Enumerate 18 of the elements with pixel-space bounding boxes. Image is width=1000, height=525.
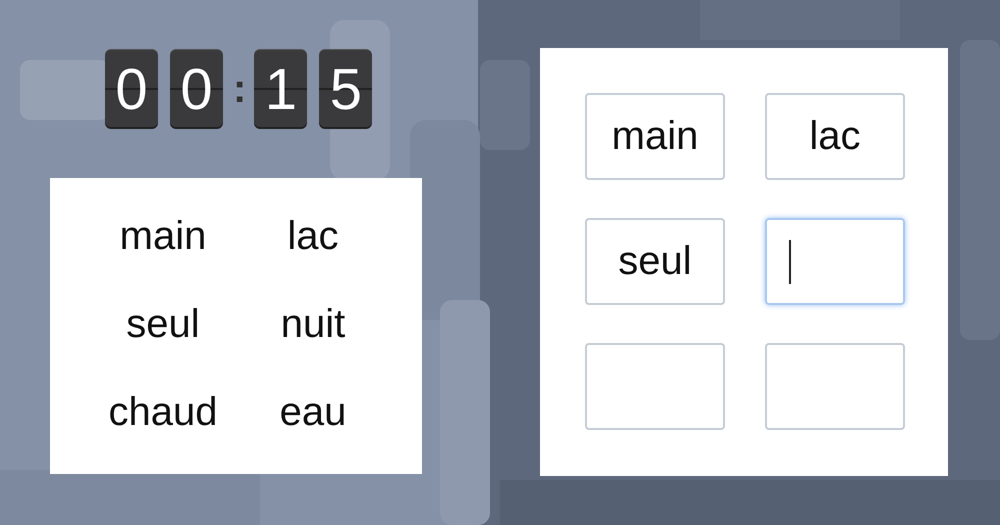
answer-field[interactable]: main — [585, 93, 725, 180]
answer-field[interactable] — [765, 218, 905, 305]
answer-field[interactable]: seul — [585, 218, 725, 305]
word: lac — [287, 214, 339, 258]
word: seul — [126, 302, 200, 346]
word: main — [120, 214, 206, 258]
timer-digit: 0 — [105, 49, 158, 129]
answer-field[interactable] — [585, 343, 725, 430]
timer-separator: : — [233, 66, 246, 112]
timer-digit: 0 — [170, 49, 223, 129]
answer-field[interactable] — [765, 343, 905, 430]
word: nuit — [280, 302, 346, 346]
timer-digit: 1 — [254, 49, 308, 129]
text-cursor — [789, 240, 791, 284]
word: eau — [280, 390, 346, 434]
answer-field[interactable]: lac — [765, 93, 905, 180]
timer-digit: 5 — [319, 49, 372, 129]
word: chaud — [108, 390, 218, 434]
